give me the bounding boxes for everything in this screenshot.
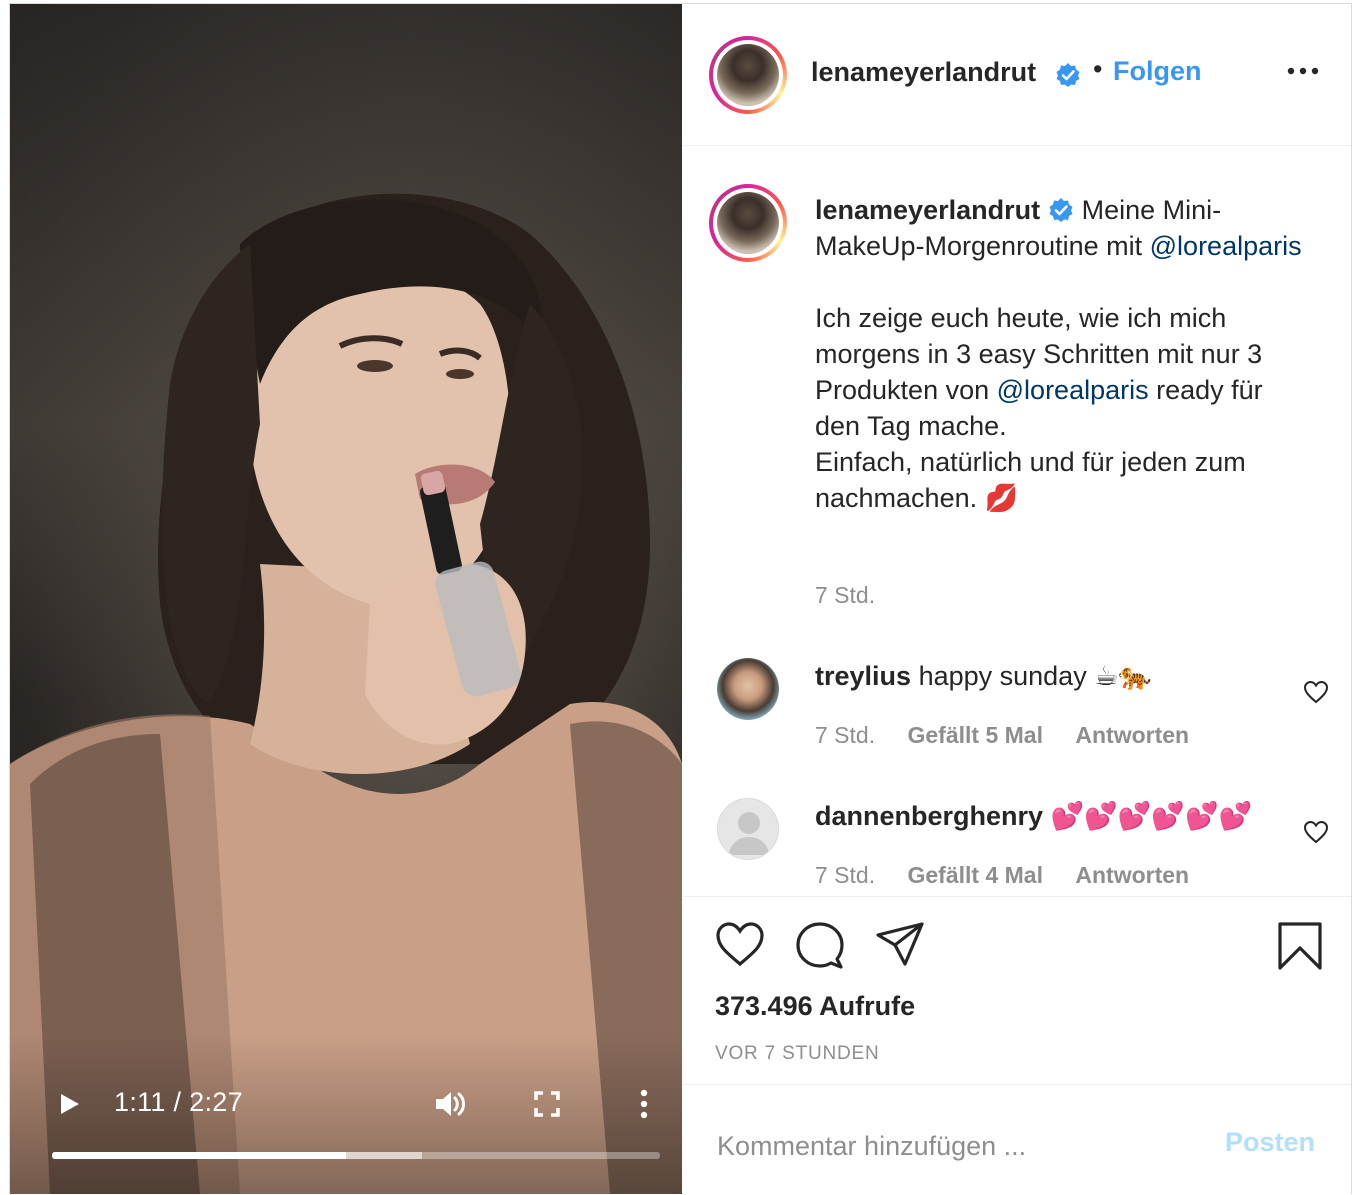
comment-icon[interactable] <box>795 921 845 969</box>
more-horizontal-icon[interactable] <box>1287 64 1319 78</box>
comment-meta: 7 Std. Gefällt 4 Mal Antworten <box>815 862 1215 889</box>
comment-likes[interactable]: Gefällt 4 Mal <box>908 862 1043 888</box>
caption-avatar[interactable] <box>709 184 787 262</box>
author-username[interactable]: lenameyerlandrut <box>811 57 1036 88</box>
controls-gradient <box>10 1034 682 1194</box>
mention-link[interactable]: @lorealparis <box>1150 231 1302 261</box>
comment-input[interactable] <box>715 1125 1179 1167</box>
video-player[interactable]: 1:11 / 2:27 <box>10 4 682 1194</box>
share-icon[interactable] <box>875 921 925 967</box>
heart-icon[interactable] <box>1303 820 1329 844</box>
verified-icon <box>1056 63 1080 87</box>
play-icon[interactable] <box>58 1092 82 1116</box>
heart-icon[interactable] <box>1303 680 1329 704</box>
commenter-username[interactable]: treylius <box>815 661 911 691</box>
bookmark-icon[interactable] <box>1277 921 1323 971</box>
mention-link[interactable]: @lorealparis <box>997 375 1149 405</box>
add-comment-section: Posten <box>683 1084 1351 1195</box>
comment-time[interactable]: 7 Std. <box>815 722 875 748</box>
video-time: 1:11 / 2:27 <box>114 1087 243 1117</box>
fullscreen-icon[interactable] <box>534 1091 560 1117</box>
post-sidebar: lenameyerlandrut • Folgen lenameyerlandr… <box>683 4 1351 1194</box>
follow-button[interactable]: Folgen <box>1113 56 1202 87</box>
comment-meta: 7 Std. Gefällt 5 Mal Antworten <box>815 722 1215 749</box>
commenter-username[interactable]: dannenberghenry <box>815 801 1043 831</box>
caption-username[interactable]: lenameyerlandrut <box>815 195 1040 225</box>
post-caption: lenameyerlandrut Meine Mini-MakeUp-Morge… <box>815 192 1315 516</box>
comment-likes[interactable]: Gefällt 5 Mal <box>908 722 1043 748</box>
comment-body: 💕💕💕💕💕💕 <box>1050 801 1253 831</box>
author-avatar[interactable] <box>709 36 787 114</box>
comment-item: dannenberghenry 💕💕💕💕💕💕 7 Std. Gefällt 4 … <box>683 792 1351 912</box>
caption-time[interactable]: 7 Std. <box>815 582 875 609</box>
comment-item: treylius happy sunday ☕🐅 7 Std. Gefällt … <box>683 652 1351 772</box>
caption-body-line2: Einfach, natürlich und für jeden zum nac… <box>815 447 1246 513</box>
reply-button[interactable]: Antworten <box>1075 862 1189 888</box>
post-age[interactable]: VOR 7 STUNDEN <box>715 1043 880 1065</box>
separator-dot: • <box>1093 54 1103 84</box>
commenter-avatar[interactable] <box>717 658 779 720</box>
view-count[interactable]: 373.496 Aufrufe <box>715 991 915 1022</box>
comment-time[interactable]: 7 Std. <box>815 862 875 888</box>
default-avatar-icon <box>728 812 770 855</box>
comment-text: treylius happy sunday ☕🐅 <box>815 660 1152 692</box>
reply-button[interactable]: Antworten <box>1075 722 1189 748</box>
post-button[interactable]: Posten <box>1225 1127 1315 1158</box>
video-frame <box>10 193 682 1194</box>
commenter-avatar[interactable] <box>717 798 779 860</box>
heart-icon[interactable] <box>715 921 765 967</box>
video-progress-bar[interactable] <box>52 1152 660 1159</box>
post-actions: 373.496 Aufrufe VOR 7 STUNDEN <box>683 896 1351 1085</box>
comment-body: happy sunday ☕🐅 <box>918 661 1153 691</box>
comment-text: dannenberghenry 💕💕💕💕💕💕 <box>815 800 1252 832</box>
verified-icon <box>1049 198 1073 222</box>
post-header: lenameyerlandrut • Folgen <box>683 4 1351 146</box>
volume-icon[interactable] <box>434 1089 468 1119</box>
progress-played <box>52 1152 347 1159</box>
more-vertical-icon[interactable] <box>634 1089 654 1119</box>
